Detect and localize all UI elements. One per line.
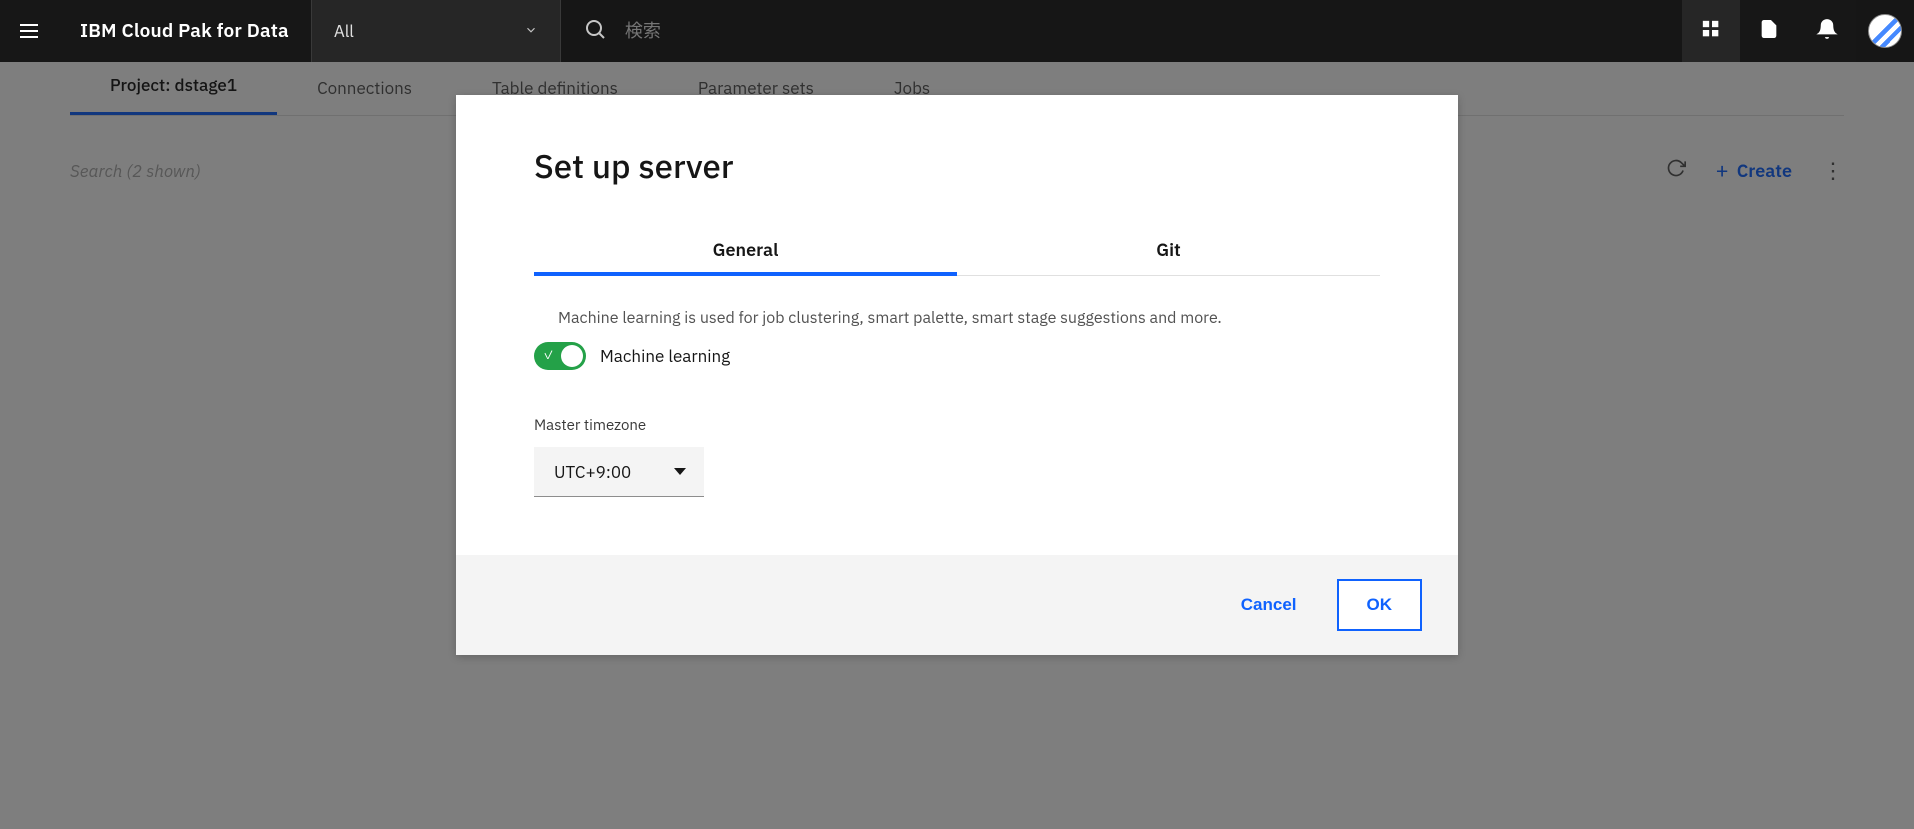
brand-title: IBM Cloud Pak for Data (58, 0, 311, 62)
document-icon (1759, 18, 1779, 45)
avatar-icon (1868, 14, 1902, 48)
ml-description: Machine learning is used for job cluster… (558, 308, 1380, 328)
modal-body: Set up server General Git Machine learni… (456, 95, 1458, 555)
header-icons (1682, 0, 1914, 62)
toggle-knob (561, 345, 583, 367)
user-avatar[interactable] (1856, 0, 1914, 62)
modal-footer: Cancel OK (456, 555, 1458, 655)
notifications-button[interactable] (1798, 0, 1856, 62)
bell-icon (1816, 18, 1838, 45)
search-input[interactable] (625, 21, 925, 42)
search-icon (583, 17, 607, 46)
modal-overlay: Set up server General Git Machine learni… (0, 62, 1914, 829)
setup-server-modal: Set up server General Git Machine learni… (456, 95, 1458, 655)
timezone-select[interactable]: UTC+9:00 (534, 447, 704, 497)
check-icon: ✓ (543, 350, 554, 362)
modal-title: Set up server (534, 145, 1380, 188)
hamburger-menu-button[interactable] (0, 0, 58, 62)
header-bar: IBM Cloud Pak for Data All (0, 0, 1914, 62)
apps-switcher-button[interactable] (1682, 0, 1740, 62)
chevron-down-icon (524, 20, 538, 42)
tab-git[interactable]: Git (957, 238, 1380, 275)
header-left: IBM Cloud Pak for Data (0, 0, 311, 62)
ml-toggle-label: Machine learning (600, 345, 730, 367)
scope-selector[interactable]: All (311, 0, 561, 62)
ml-toggle[interactable]: ✓ (534, 342, 586, 370)
caret-down-icon (674, 468, 686, 475)
ok-button[interactable]: OK (1337, 579, 1423, 631)
cancel-button[interactable]: Cancel (1241, 595, 1297, 615)
modal-tabs: General Git (534, 238, 1380, 276)
global-search[interactable] (561, 0, 1682, 62)
timezone-label: Master timezone (534, 416, 1380, 435)
apps-grid-icon (1701, 19, 1721, 44)
timezone-value: UTC+9:00 (554, 461, 631, 483)
ml-toggle-row: ✓ Machine learning (534, 342, 1380, 370)
tab-general[interactable]: General (534, 238, 957, 275)
scope-selector-value: All (334, 20, 354, 42)
document-button[interactable] (1740, 0, 1798, 62)
